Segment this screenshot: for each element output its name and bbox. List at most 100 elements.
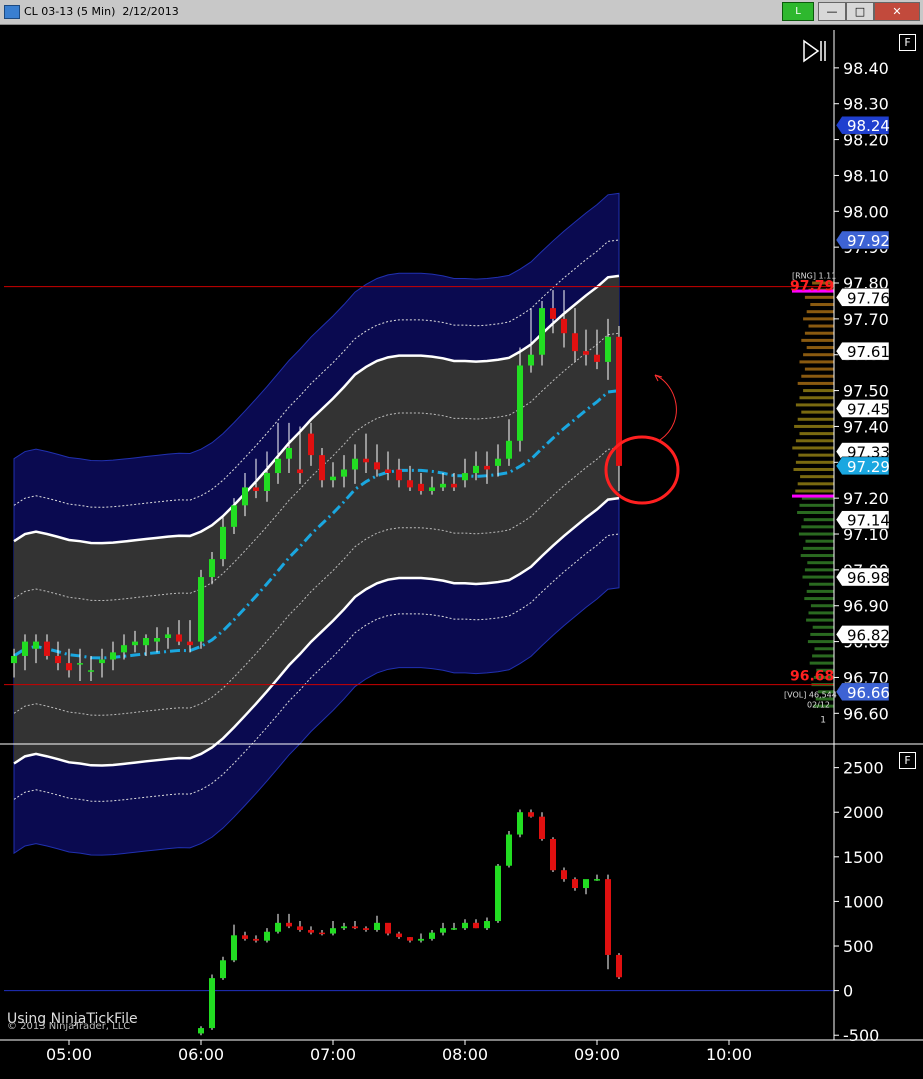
profile-bar xyxy=(792,446,834,450)
maximize-button[interactable]: □ xyxy=(846,2,874,21)
profile-bar xyxy=(795,439,834,443)
price-axis-label: 96.90 xyxy=(843,597,889,616)
volume-candle xyxy=(517,812,523,835)
price-candle xyxy=(231,505,237,527)
volume-candle xyxy=(308,929,314,933)
profile-bar xyxy=(804,295,834,299)
price-axis-label: 96.60 xyxy=(843,704,889,723)
price-candle xyxy=(44,641,50,656)
profile-bar xyxy=(808,324,834,328)
price-tag-label: 96.98 xyxy=(847,569,890,587)
price-candle xyxy=(77,663,83,665)
chart-canvas[interactable]: 98.4098.3098.2098.1098.0097.9097.8097.70… xyxy=(0,25,923,1079)
price-candle xyxy=(517,365,523,441)
volume-candle xyxy=(583,879,589,889)
minimize-button[interactable]: — xyxy=(818,2,846,21)
profile-bar xyxy=(803,317,834,321)
price-axis-label: 98.10 xyxy=(843,166,889,185)
price-candle xyxy=(572,333,578,352)
price-candle xyxy=(11,655,17,664)
profile-bar xyxy=(797,417,834,421)
price-candle xyxy=(484,465,490,470)
volume-candle xyxy=(363,928,369,930)
link-button[interactable]: L xyxy=(782,2,814,21)
profile-bar xyxy=(804,331,834,335)
volume-axis-label: 0 xyxy=(843,982,853,1001)
profile-bar xyxy=(804,597,834,601)
volume-candle xyxy=(616,954,622,978)
volume-candle xyxy=(462,922,468,929)
profile-bar xyxy=(799,396,834,400)
arrow-curve xyxy=(654,374,677,441)
profile-bar xyxy=(806,310,834,314)
volume-candle xyxy=(561,870,567,880)
profile-bar xyxy=(797,482,834,486)
volume-candle xyxy=(495,865,501,922)
time-axis-label: 06:00 xyxy=(178,1045,224,1064)
time-axis-label: 10:00 xyxy=(706,1045,752,1064)
volume-candle xyxy=(594,879,600,881)
profile-bar xyxy=(798,532,834,536)
volume-profile xyxy=(792,281,834,708)
price-candle xyxy=(286,447,292,459)
volume-candle xyxy=(539,816,545,839)
profile-bar xyxy=(795,403,834,407)
profile-bar xyxy=(812,625,834,629)
window-title: CL 03-13 (5 Min) 2/12/2013 xyxy=(24,5,179,18)
profile-bar xyxy=(797,381,834,385)
price-candle xyxy=(550,308,556,319)
chart-area[interactable]: 98.4098.3098.2098.1098.0097.9097.8097.70… xyxy=(0,25,923,1079)
price-axis-label: 97.40 xyxy=(843,417,889,436)
volume-candle xyxy=(605,879,611,955)
profile-bar xyxy=(799,360,834,364)
price-tag-label: 97.61 xyxy=(847,343,890,361)
profile-bar xyxy=(804,367,834,371)
profile-bar xyxy=(803,518,834,522)
price-candle xyxy=(209,559,215,578)
price-candle xyxy=(363,458,369,463)
volume-candle xyxy=(473,922,479,929)
price-candle xyxy=(473,465,479,474)
price-candle xyxy=(275,458,281,474)
profile-bar xyxy=(807,561,834,565)
volume-candle xyxy=(286,922,292,927)
price-candle xyxy=(264,473,270,491)
price-candle xyxy=(451,483,457,488)
volume-axis-label: -500 xyxy=(843,1026,879,1045)
price-candle xyxy=(121,645,127,653)
volume-candle xyxy=(429,932,435,939)
panel-f-button-top[interactable]: F xyxy=(899,34,916,51)
price-candle xyxy=(88,670,94,672)
volume-candle xyxy=(209,978,215,1029)
volume-candle xyxy=(440,928,446,933)
volume-candle xyxy=(484,921,490,929)
price-candle xyxy=(143,638,149,646)
price-candle xyxy=(308,433,314,456)
volume-candle xyxy=(396,933,402,938)
price-candle xyxy=(55,655,61,664)
close-button[interactable]: ✕ xyxy=(874,2,920,21)
panel-f-button-bottom[interactable]: F xyxy=(899,752,916,769)
profile-bar xyxy=(809,582,834,586)
price-candle xyxy=(176,634,182,642)
profile-bar xyxy=(800,475,834,479)
volume-candle xyxy=(407,937,413,941)
range-low-label: 96.68 xyxy=(790,669,834,685)
volume-candle xyxy=(264,931,270,941)
volume-candle xyxy=(231,935,237,961)
profile-bar xyxy=(803,389,834,393)
volume-candle xyxy=(572,879,578,889)
window-titlebar[interactable]: CL 03-13 (5 Min) 2/12/2013 L — □ ✕ xyxy=(0,0,923,25)
price-tag-label: 96.82 xyxy=(847,626,890,644)
profile-bar xyxy=(797,511,834,515)
profile-bar xyxy=(812,654,834,658)
volume-candle xyxy=(330,928,336,934)
volume-candle xyxy=(242,935,248,939)
footer-copyright: © 2013 NinjaTrader, LLC xyxy=(7,1021,131,1032)
price-candle xyxy=(66,663,72,671)
volume-axis-label: 2500 xyxy=(843,759,884,778)
profile-bar xyxy=(806,618,834,622)
price-candle xyxy=(594,354,600,362)
time-axis-label: 05:00 xyxy=(46,1045,92,1064)
profile-bar xyxy=(801,410,834,414)
